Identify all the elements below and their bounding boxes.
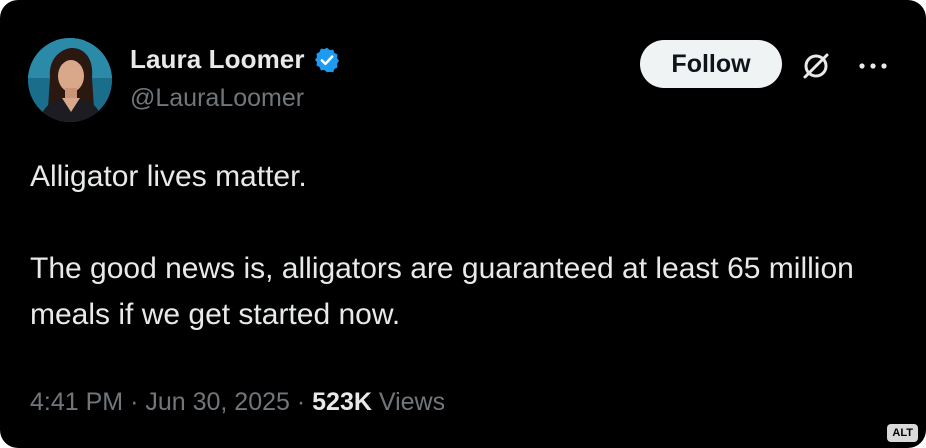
avatar-photo: [28, 38, 112, 122]
grok-icon[interactable]: [800, 50, 832, 82]
meta-separator: ·: [130, 388, 139, 416]
alt-text-badge[interactable]: ALT: [887, 424, 918, 442]
display-name[interactable]: Laura Loomer: [130, 44, 305, 75]
tweet-line-2: The good news is, alligators are guarant…: [30, 252, 854, 331]
tweet-time[interactable]: 4:41 PM: [30, 388, 123, 416]
tweet-card: Laura Loomer @LauraLoomer Follow Alligat…: [0, 0, 926, 448]
author-name-row: Laura Loomer: [130, 44, 341, 75]
tweet-line-1: Alligator lives matter.: [30, 160, 307, 193]
verified-badge-icon: [313, 46, 341, 74]
more-options-icon[interactable]: [856, 54, 890, 78]
avatar[interactable]: [28, 38, 112, 122]
author-handle[interactable]: @LauraLoomer: [130, 84, 304, 113]
follow-button[interactable]: Follow: [640, 40, 782, 88]
meta-separator: ·: [296, 388, 306, 416]
tweet-date[interactable]: Jun 30, 2025: [145, 388, 290, 416]
tweet-text: Alligator lives matter. The good news is…: [30, 154, 890, 338]
tweet-meta: 4:41 PM · Jun 30, 2025 · 523K Views: [30, 388, 445, 417]
views-label: Views: [378, 388, 446, 416]
views-count: 523K: [312, 388, 372, 416]
